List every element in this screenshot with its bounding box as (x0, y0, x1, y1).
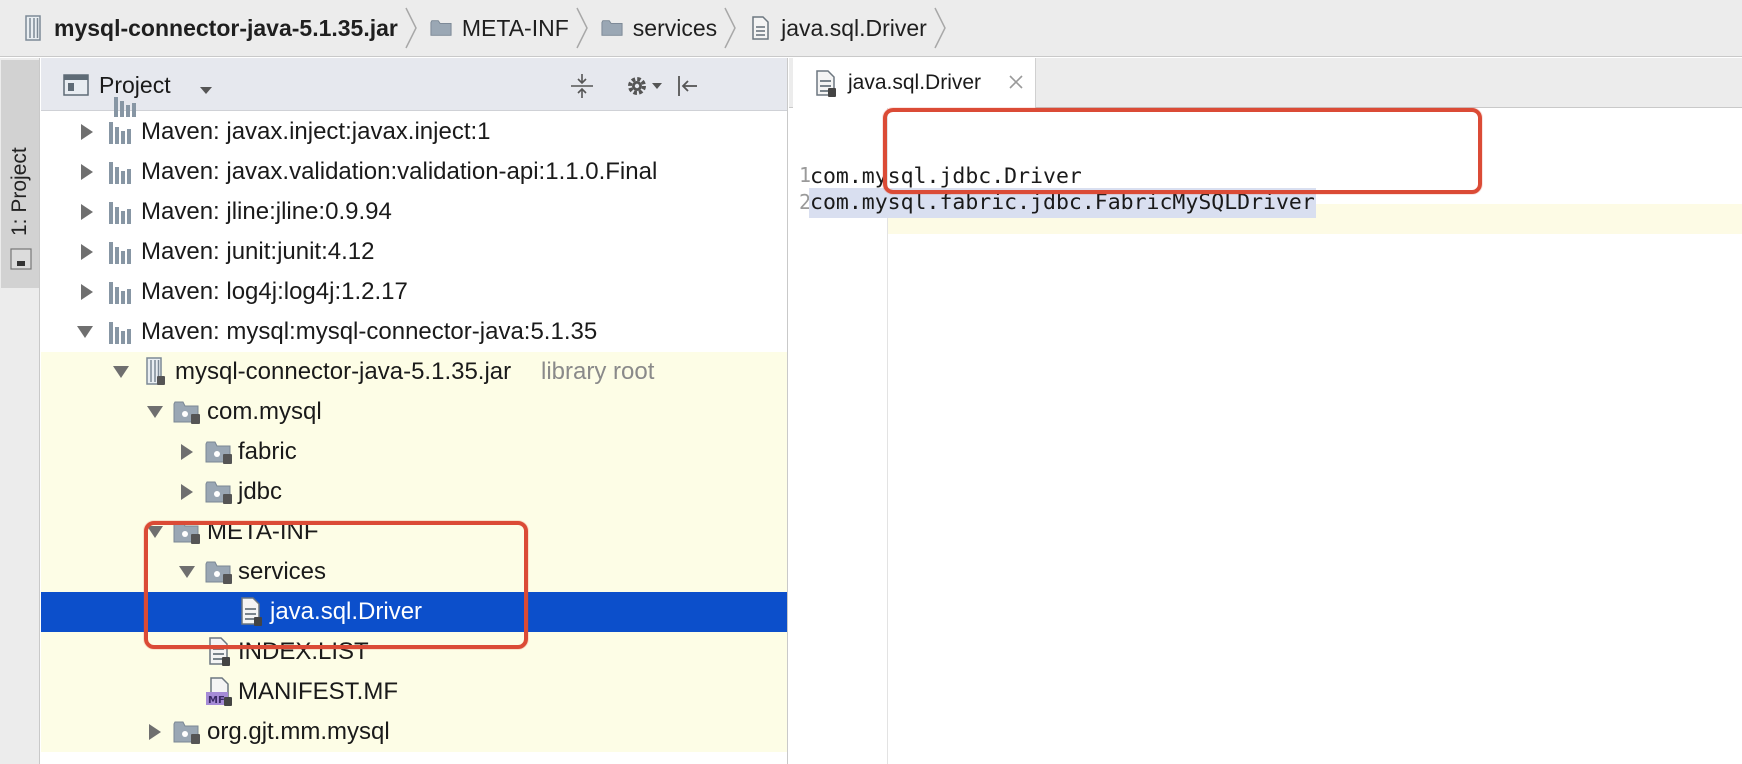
expand-arrow-icon[interactable] (145, 722, 165, 742)
package-icon (173, 717, 201, 747)
editor-tab-label: java.sql.Driver (848, 71, 982, 94)
editor-tab-bar: java.sql.Driver (789, 58, 1742, 108)
tree-row[interactable]: mysql-connector-java-5.1.35.jar library … (41, 352, 787, 392)
folder-icon (430, 17, 452, 39)
tree-row[interactable]: Maven: jline:jline:0.9.94 (41, 192, 787, 232)
breadcrumb-label: META-INF (461, 14, 569, 41)
tree-row-label: fabric (238, 438, 297, 465)
chevron-right-icon (575, 6, 589, 50)
collapse-arrow-icon[interactable] (111, 362, 131, 382)
jar-icon (141, 357, 169, 387)
package-icon (173, 397, 201, 427)
tree-row[interactable]: Maven: javax.validation:validation-api:1… (41, 152, 787, 192)
expand-arrow-icon[interactable] (77, 122, 97, 142)
project-tree: Maven: javax.inject:javax.inject:1 Maven… (41, 97, 787, 764)
breadcrumb-label: java.sql.Driver (781, 14, 927, 41)
expand-arrow-icon[interactable] (77, 162, 97, 182)
editor-tab[interactable]: java.sql.Driver (793, 58, 1036, 108)
chevron-right-icon (933, 6, 947, 50)
library-icon (107, 157, 135, 187)
collapse-arrow-icon[interactable] (145, 402, 165, 422)
breadcrumb-label: mysql-connector-java-5.1.35.jar (54, 14, 398, 41)
tool-window-icon (10, 248, 32, 275)
expand-arrow-icon[interactable] (177, 482, 197, 502)
breadcrumb-java-sql-driver[interactable]: java.sql.Driver (749, 0, 959, 57)
tree-row[interactable]: com.mysql (41, 392, 787, 432)
tree-row-label: com.mysql (207, 398, 322, 425)
tree-row[interactable]: jdbc (41, 472, 787, 512)
annotation-box-tree (144, 521, 528, 649)
chevron-right-icon (404, 6, 418, 50)
breadcrumb-services[interactable]: services (601, 0, 749, 57)
tree-row-label: org.gjt.mm.mysql (207, 718, 390, 745)
collapse-arrow-icon[interactable] (75, 322, 95, 342)
tree-row[interactable]: org.gjt.mm.mysql (41, 712, 787, 752)
package-icon (205, 477, 233, 507)
library-root-hint: library root (541, 358, 655, 385)
navigation-bar: mysql-connector-java-5.1.35.jar META-INF… (0, 0, 1742, 57)
project-panel: Project Maven: javax.inject:javax.inject… (41, 58, 788, 764)
tree-row[interactable]: Maven: javax.inject:javax.inject:1 (41, 112, 787, 152)
library-icon (107, 317, 135, 347)
close-icon[interactable] (1006, 71, 1026, 93)
expand-arrow-icon[interactable] (77, 242, 97, 262)
jar-icon (22, 15, 44, 41)
svg-text:MF: MF (208, 695, 225, 706)
text-file-icon (749, 16, 771, 40)
annotation-box-code (883, 108, 1482, 194)
tree-row-label: Maven: javax.validation:validation-api:1… (141, 158, 658, 185)
tree-row-label: Maven: log4j:log4j:1.2.17 (141, 278, 408, 305)
text-file-icon (815, 70, 837, 103)
chevron-right-icon (723, 6, 737, 50)
tree-row[interactable]: Maven: junit:junit:4.12 (41, 232, 787, 272)
library-icon (107, 237, 135, 267)
library-icon (107, 197, 135, 227)
expand-arrow-icon[interactable] (177, 442, 197, 462)
package-icon (205, 437, 233, 467)
tree-row[interactable]: MF MANIFEST.MF (41, 672, 787, 712)
manifest-icon: MF (205, 677, 233, 707)
breadcrumb-meta-inf[interactable]: META-INF (430, 0, 601, 57)
library-icon (107, 117, 135, 147)
project-tool-window-label: 1: Project (8, 147, 31, 236)
breadcrumb-label: services (632, 14, 718, 41)
expand-arrow-icon[interactable] (77, 282, 97, 302)
tree-row[interactable]: Maven: log4j:log4j:1.2.17 (41, 272, 787, 312)
breadcrumb-jar[interactable]: mysql-connector-java-5.1.35.jar (22, 0, 430, 57)
tree-row-label: Maven: junit:junit:4.12 (141, 238, 375, 265)
tree-row-label: Maven: javax.inject:javax.inject:1 (141, 118, 491, 145)
tool-window-stripe: 1: Project (0, 58, 40, 764)
expand-arrow-icon[interactable] (77, 202, 97, 222)
tree-row-label: mysql-connector-java-5.1.35.jar (175, 358, 512, 385)
folder-icon (601, 17, 623, 39)
tree-row-label: MANIFEST.MF (238, 678, 398, 705)
tree-row[interactable]: fabric (41, 432, 787, 472)
tree-row-label: jdbc (238, 478, 283, 505)
tree-row-label: Maven: jline:jline:0.9.94 (141, 198, 392, 225)
library-icon (107, 277, 135, 307)
tree-row-label: Maven: mysql:mysql-connector-java:5.1.35 (141, 318, 598, 345)
tree-row[interactable]: Maven: mysql:mysql-connector-java:5.1.35 (41, 312, 787, 352)
